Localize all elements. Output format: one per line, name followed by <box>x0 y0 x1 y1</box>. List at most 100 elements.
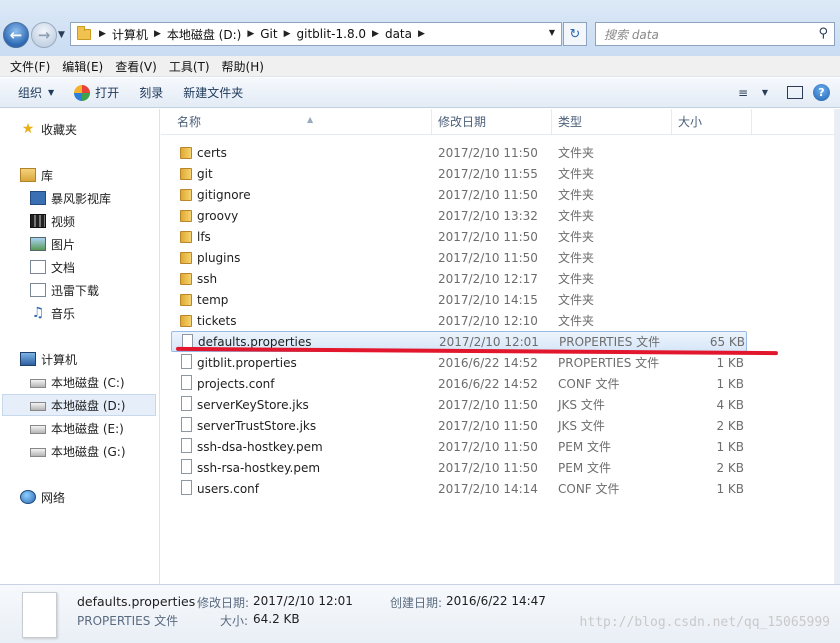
nav-lib-videos[interactable]: 视频 <box>30 210 75 232</box>
view-options-icon[interactable]: ≡ <box>735 86 751 100</box>
menu-edit[interactable]: 编辑(E) <box>56 58 109 75</box>
table-row[interactable]: ssh 2017/2/10 12:17 文件夹 <box>171 268 747 289</box>
nav-lib-documents[interactable]: 文档 <box>30 256 75 278</box>
preview-pane-icon[interactable] <box>787 86 803 99</box>
file-date: 2017/2/10 12:10 <box>438 313 538 328</box>
breadcrumb-separator-icon[interactable]: ▶ <box>154 29 161 39</box>
file-name: git <box>197 166 213 181</box>
nav-lib-label: 文档 <box>51 260 76 275</box>
file-icon <box>181 438 192 453</box>
burn-button[interactable]: 刻录 <box>129 84 173 101</box>
column-type[interactable]: 类型 <box>552 109 672 135</box>
column-name[interactable]: ▲ 名称 <box>171 109 432 135</box>
address-dropdown-icon[interactable]: ▼ <box>549 28 555 37</box>
search-icon[interactable]: ⚲ <box>818 26 828 41</box>
table-row[interactable]: temp 2017/2/10 14:15 文件夹 <box>171 289 747 310</box>
detail-created-value: 2016/6/22 14:47 <box>446 594 546 608</box>
picture-icon <box>30 237 46 251</box>
nav-network[interactable]: 网络 <box>20 486 65 508</box>
breadcrumb-separator-icon[interactable]: ▶ <box>284 29 291 39</box>
breadcrumb-separator-icon[interactable]: ▶ <box>372 29 379 39</box>
new-folder-button[interactable]: 新建文件夹 <box>173 84 253 101</box>
table-row[interactable]: ssh-dsa-hostkey.pem 2017/2/10 11:50 PEM 文件… <box>171 436 747 457</box>
table-row[interactable]: ssh-rsa-hostkey.pem 2017/2/10 11:50 PEM 文件… <box>171 457 747 478</box>
nav-lib-baofeng[interactable]: 暴风影视库 <box>30 187 111 209</box>
nav-lib-label: 视频 <box>51 214 76 229</box>
search-placeholder: 搜索 data <box>604 27 659 42</box>
file-name: tickets <box>197 313 237 328</box>
file-type: 文件夹 <box>558 272 595 286</box>
nav-lib-thunder-downloads[interactable]: 迅雷下载 <box>30 279 99 301</box>
back-button[interactable]: ← <box>3 22 29 48</box>
table-row[interactable]: users.conf 2017/2/10 14:14 CONF 文件 1 KB <box>171 478 747 499</box>
address-bar[interactable]: ▶ 计算机 ▶ 本地磁盘 (D:) ▶ Git ▶ gitblit-1.8.0 … <box>70 22 562 46</box>
detail-size-value: 64.2 KB <box>253 612 300 626</box>
breadcrumb-git[interactable]: Git <box>260 27 277 41</box>
open-button[interactable]: 打开 <box>64 84 129 101</box>
detail-filename: defaults.properties <box>77 594 196 609</box>
nav-favorites[interactable]: ★ 收藏夹 <box>20 118 77 140</box>
column-date[interactable]: 修改日期 <box>432 109 552 135</box>
table-row[interactable]: lfs 2017/2/10 11:50 文件夹 <box>171 226 747 247</box>
breadcrumb-separator-icon[interactable]: ▶ <box>247 29 254 39</box>
nav-drive-c[interactable]: 本地磁盘 (C:) <box>30 371 125 393</box>
forward-button[interactable]: → <box>31 22 57 48</box>
file-size: 1 KB <box>716 439 744 454</box>
table-row[interactable]: serverKeyStore.jks 2017/2/10 11:50 JKS 文件 4… <box>171 394 747 415</box>
table-row[interactable]: plugins 2017/2/10 11:50 文件夹 <box>171 247 747 268</box>
menu-help[interactable]: 帮助(H) <box>216 58 270 75</box>
file-date: 2017/2/10 13:32 <box>438 208 538 223</box>
help-icon[interactable]: ? <box>813 84 830 101</box>
navigation-pane: ★ 收藏夹 库 暴风影视库 视频 图片 文档 迅雷下载 ♫ 音乐 计算机 本地磁… <box>0 109 160 584</box>
table-row[interactable]: projects.conf 2016/6/22 14:52 CONF 文件 1 KB <box>171 373 747 394</box>
file-date: 2017/2/10 11:50 <box>438 418 538 433</box>
new-folder-label: 新建文件夹 <box>183 86 244 100</box>
view-options-dropdown-icon[interactable]: ▼ <box>761 86 769 100</box>
nav-drive-d[interactable]: 本地磁盘 (D:) <box>2 394 156 416</box>
menu-file[interactable]: 文件(F) <box>4 58 56 75</box>
table-row[interactable]: serverTrustStore.jks 2017/2/10 11:50 JKS 文… <box>171 415 747 436</box>
nav-lib-pictures[interactable]: 图片 <box>30 233 75 255</box>
command-toolbar: 组织 ▼ 打开 刻录 新建文件夹 ≡ ▼ ? <box>0 78 840 108</box>
computer-icon <box>20 352 36 366</box>
breadcrumb-drive-d[interactable]: 本地磁盘 (D:) <box>167 26 241 43</box>
breadcrumb-gitblit[interactable]: gitblit-1.8.0 <box>297 27 367 41</box>
breadcrumb-separator-icon[interactable]: ▶ <box>418 29 425 39</box>
nav-computer[interactable]: 计算机 <box>20 348 77 370</box>
file-type: PROPERTIES 文件 <box>558 356 660 370</box>
table-row[interactable]: git 2017/2/10 11:55 文件夹 <box>171 163 747 184</box>
nav-libraries[interactable]: 库 <box>20 164 53 186</box>
nav-drive-e[interactable]: 本地磁盘 (E:) <box>30 417 124 439</box>
detail-modified-value: 2017/2/10 12:01 <box>253 594 353 608</box>
breadcrumb-data[interactable]: data <box>385 27 412 41</box>
file-date: 2017/2/10 11:50 <box>438 397 538 412</box>
organize-button[interactable]: 组织 ▼ <box>8 84 64 101</box>
folder-icon <box>180 189 192 201</box>
file-type: PEM 文件 <box>558 440 611 454</box>
nav-lib-music[interactable]: ♫ 音乐 <box>30 302 75 324</box>
folder-icon <box>180 294 192 306</box>
nav-computer-label: 计算机 <box>41 352 78 367</box>
menu-view[interactable]: 查看(V) <box>109 58 163 75</box>
column-size[interactable]: 大小 <box>672 109 752 135</box>
refresh-button[interactable]: ↻ <box>563 22 587 46</box>
nav-drive-g[interactable]: 本地磁盘 (G:) <box>30 440 126 462</box>
file-type: 文件夹 <box>558 188 595 202</box>
table-row[interactable]: tickets 2017/2/10 12:10 文件夹 <box>171 310 747 331</box>
file-thumbnail-icon <box>22 592 57 638</box>
table-row[interactable]: certs 2017/2/10 11:50 文件夹 <box>171 142 747 163</box>
table-row[interactable]: groovy 2017/2/10 13:32 文件夹 <box>171 205 747 226</box>
menu-tools[interactable]: 工具(T) <box>163 58 216 75</box>
column-date-label: 修改日期 <box>438 115 487 129</box>
table-row[interactable]: gitblit.properties 2016/6/22 14:52 PROPERT… <box>171 352 747 373</box>
breadcrumb-separator-icon[interactable]: ▶ <box>99 29 106 39</box>
recent-pages-dropdown-icon[interactable]: ▼ <box>58 30 65 40</box>
table-row[interactable]: gitignore 2017/2/10 11:50 文件夹 <box>171 184 747 205</box>
search-input[interactable]: 搜索 data ⚲ <box>595 22 835 46</box>
file-name: serverTrustStore.jks <box>197 418 317 433</box>
breadcrumb-computer[interactable]: 计算机 <box>112 26 148 43</box>
file-type: CONF 文件 <box>558 377 620 391</box>
folder-icon <box>77 25 91 40</box>
open-label: 打开 <box>95 86 120 100</box>
file-date: 2017/2/10 11:50 <box>438 145 538 160</box>
